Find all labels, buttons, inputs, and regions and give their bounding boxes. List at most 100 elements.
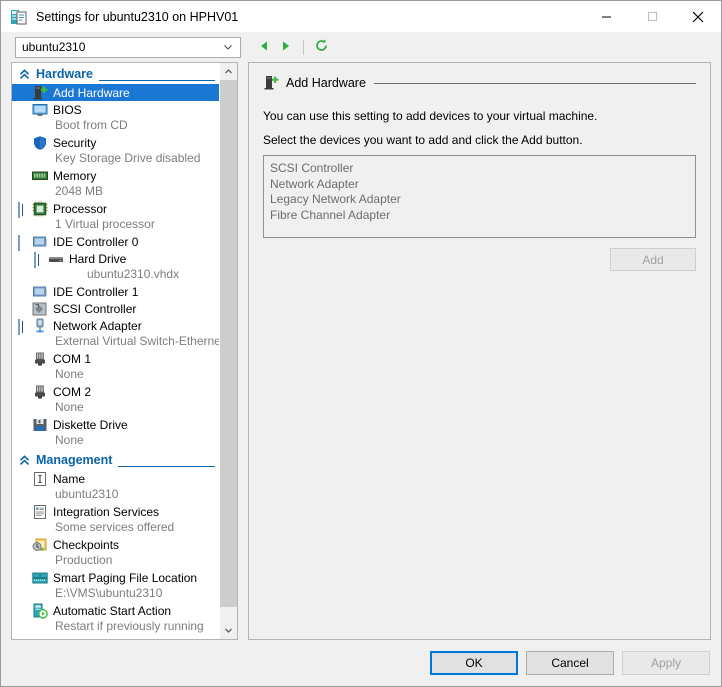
panel-title: Add Hardware — [286, 76, 366, 90]
tree-item-label: Hard Drive — [69, 251, 127, 266]
tree-item-label: Smart Paging File Location — [53, 570, 198, 585]
expand-icon[interactable] — [18, 319, 29, 335]
tree-item-label: Automatic Start Action — [53, 603, 172, 618]
tree-item-label: BIOS — [53, 102, 82, 117]
tree-item-automatic-start-action[interactable]: Automatic Start Action — [12, 602, 219, 619]
tree-item-label: Network Adapter — [53, 318, 142, 333]
com-port-icon — [32, 351, 48, 367]
vm-selector-value: ubuntu2310 — [22, 40, 86, 54]
expand-icon[interactable] — [18, 202, 29, 218]
cancel-button[interactable]: Cancel — [526, 651, 614, 675]
diskette-drive-icon — [32, 417, 48, 433]
tree-item-sublabel: ubuntu2310 — [55, 487, 119, 501]
window-title: Settings for ubuntu2310 on HPHV01 — [36, 9, 239, 24]
close-button[interactable] — [675, 1, 721, 32]
scrollbar-thumb[interactable] — [220, 80, 237, 607]
device-list-item[interactable]: Fibre Channel Adapter — [270, 208, 689, 224]
add-hardware-icon — [263, 75, 279, 91]
name-icon — [32, 471, 48, 487]
scroll-down-button[interactable] — [220, 622, 237, 639]
tree-item-network-adapter[interactable]: Network Adapter — [12, 317, 219, 335]
device-list[interactable]: SCSI Controller Network Adapter Legacy Net… — [263, 155, 696, 238]
settings-window: Settings for ubuntu2310 on HPHV01 ubuntu… — [0, 0, 722, 687]
apply-button[interactable]: Apply — [622, 651, 710, 675]
tree-item-label: IDE Controller 0 — [53, 234, 139, 249]
device-list-item[interactable]: Legacy Network Adapter — [270, 192, 689, 208]
device-list-item[interactable]: SCSI Controller — [270, 161, 689, 177]
tree-item-label: Integration Services — [53, 504, 160, 519]
double-chevron-up-icon — [18, 68, 31, 81]
tree-item-ide-controller-1[interactable]: IDE Controller 1 — [12, 283, 219, 300]
tree-item-ide-controller-0[interactable]: IDE Controller 0 — [12, 233, 219, 251]
network-adapter-icon — [32, 318, 48, 334]
tree-item-scsi-controller[interactable]: SCSI Controller — [12, 300, 219, 317]
title-bar: Settings for ubuntu2310 on HPHV01 — [1, 1, 721, 32]
add-hardware-icon — [32, 85, 48, 101]
minimize-button[interactable] — [583, 1, 629, 32]
tree-item-memory[interactable]: Memory — [12, 167, 219, 184]
tree-item-com-1[interactable]: COM 1 — [12, 350, 219, 367]
tree-scroll-area: Hardware Add Hardware BIOS Boot from CD Secu… — [12, 63, 219, 639]
tree-item-security[interactable]: Security — [12, 134, 219, 151]
device-list-item[interactable]: Network Adapter — [270, 177, 689, 193]
ide-controller-icon — [32, 234, 48, 250]
dialog-footer: OK Cancel Apply — [1, 640, 721, 686]
tree-item-label: Diskette Drive — [53, 417, 128, 432]
tree-item-name[interactable]: Name — [12, 470, 219, 487]
add-button[interactable]: Add — [610, 248, 696, 271]
forward-button[interactable] — [275, 36, 297, 58]
panel-header: Add Hardware — [263, 75, 696, 91]
tree-item-integration-services[interactable]: Integration Services — [12, 503, 219, 520]
scrollbar-track[interactable] — [220, 80, 237, 622]
hard-drive-icon — [48, 251, 64, 267]
tree-item-processor[interactable]: Processor — [12, 200, 219, 218]
tree-item-hard-drive[interactable]: Hard Drive — [12, 250, 219, 268]
tree-item-label: IDE Controller 1 — [53, 284, 139, 299]
scsi-controller-icon — [32, 301, 48, 317]
panel-header-rule — [373, 82, 696, 84]
ok-button[interactable]: OK — [430, 651, 518, 675]
tree-item-diskette-drive[interactable]: Diskette Drive — [12, 416, 219, 433]
integration-services-icon — [32, 504, 48, 520]
back-button[interactable] — [253, 36, 275, 58]
tree-item-label: Checkpoints — [53, 537, 120, 552]
vm-settings-icon — [10, 8, 28, 26]
tree-item-bios[interactable]: BIOS — [12, 101, 219, 118]
double-chevron-up-icon — [18, 454, 31, 467]
refresh-button[interactable] — [310, 36, 332, 58]
processor-icon — [32, 201, 48, 217]
tree-item-smart-paging-file-location[interactable]: Smart Paging File Location — [12, 569, 219, 586]
vm-selector-combobox[interactable]: ubuntu2310 — [15, 36, 241, 58]
tree-item-label: SCSI Controller — [53, 301, 137, 316]
back-triangle-icon — [257, 39, 271, 56]
tree-item-label: COM 1 — [53, 351, 92, 366]
maximize-button[interactable] — [629, 1, 675, 32]
tree-item-sublabel: Production — [55, 553, 113, 567]
tree-item-add-hardware[interactable]: Add Hardware — [12, 84, 219, 101]
tree-scrollbar[interactable] — [219, 63, 237, 639]
tree-item-label: Security — [53, 135, 97, 150]
tree-item-com-2[interactable]: COM 2 — [12, 383, 219, 400]
add-hardware-panel: Add Hardware You can use this setting to… — [248, 62, 711, 640]
tree-section-header-hardware[interactable]: Hardware — [12, 63, 219, 84]
panel-description-line2: Select the devices you want to add and c… — [263, 133, 583, 147]
bios-monitor-icon — [32, 102, 48, 118]
expand-icon[interactable] — [34, 252, 45, 268]
tree-item-label: Processor — [53, 201, 108, 216]
panel-description-line1: You can use this setting to add devices … — [263, 109, 598, 123]
refresh-icon — [314, 38, 329, 56]
tree-item-sublabel: None — [55, 367, 84, 381]
tree-section-header-management[interactable]: Management — [12, 449, 219, 470]
tree-item-sublabel: ubuntu2310.vhdx — [87, 267, 180, 281]
tree-item-checkpoints[interactable]: Checkpoints — [12, 536, 219, 553]
scroll-up-button[interactable] — [220, 63, 237, 80]
tree-item-sublabel: Some services offered — [55, 520, 175, 534]
caption-buttons — [583, 1, 721, 32]
tree-item-sublabel: External Virtual Switch-Ethernet — [55, 334, 219, 348]
tree-item-sublabel: Boot from CD — [55, 118, 128, 132]
collapse-icon[interactable] — [18, 235, 29, 251]
tree-item-sublabel: 1 Virtual processor — [55, 217, 155, 231]
content-area: Hardware Add Hardware BIOS Boot from CD Secu… — [1, 62, 721, 640]
forward-triangle-icon — [279, 39, 293, 56]
navigation-buttons — [253, 36, 332, 58]
